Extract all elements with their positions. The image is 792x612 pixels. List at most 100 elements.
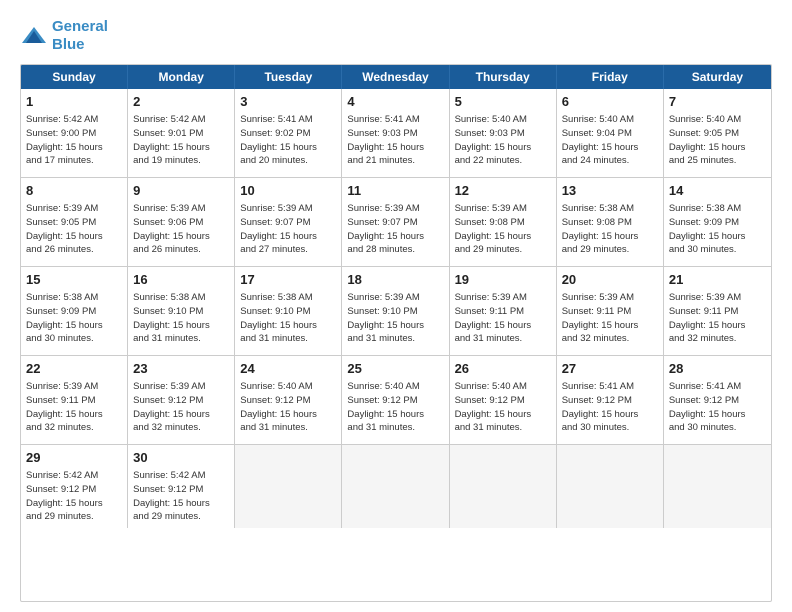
- calendar-cell: 3 Sunrise: 5:41 AMSunset: 9:02 PMDaylight…: [235, 89, 342, 177]
- calendar-cell: 12 Sunrise: 5:39 AMSunset: 9:08 PMDayligh…: [450, 178, 557, 266]
- cell-info: Sunrise: 5:40 AMSunset: 9:03 PMDaylight:…: [455, 113, 551, 168]
- calendar-cell: 9 Sunrise: 5:39 AMSunset: 9:06 PMDaylight…: [128, 178, 235, 266]
- day-number: 9: [133, 182, 229, 200]
- calendar-cell: 19 Sunrise: 5:39 AMSunset: 9:11 PMDayligh…: [450, 267, 557, 355]
- calendar-cell: 14 Sunrise: 5:38 AMSunset: 9:09 PMDayligh…: [664, 178, 771, 266]
- cell-info: Sunrise: 5:40 AMSunset: 9:05 PMDaylight:…: [669, 113, 766, 168]
- cell-info: Sunrise: 5:39 AMSunset: 9:06 PMDaylight:…: [133, 202, 229, 257]
- calendar-cell: 6 Sunrise: 5:40 AMSunset: 9:04 PMDaylight…: [557, 89, 664, 177]
- cell-info: Sunrise: 5:38 AMSunset: 9:09 PMDaylight:…: [669, 202, 766, 257]
- cell-info: Sunrise: 5:41 AMSunset: 9:03 PMDaylight:…: [347, 113, 443, 168]
- logo: General Blue: [20, 18, 108, 54]
- calendar-cell: 21 Sunrise: 5:39 AMSunset: 9:11 PMDayligh…: [664, 267, 771, 355]
- cell-info: Sunrise: 5:39 AMSunset: 9:07 PMDaylight:…: [347, 202, 443, 257]
- cell-info: Sunrise: 5:42 AMSunset: 9:12 PMDaylight:…: [133, 469, 229, 524]
- cell-info: Sunrise: 5:42 AMSunset: 9:01 PMDaylight:…: [133, 113, 229, 168]
- calendar-cell: 28 Sunrise: 5:41 AMSunset: 9:12 PMDayligh…: [664, 356, 771, 444]
- day-number: 27: [562, 360, 658, 378]
- calendar-cell: [235, 445, 342, 528]
- calendar-cell: 20Sunrise: 5:39 AMSunset: 9:11 PMDayligh…: [557, 267, 664, 355]
- cell-info: Sunrise: 5:40 AMSunset: 9:12 PMDaylight:…: [347, 380, 443, 435]
- cell-info: Sunrise: 5:38 AMSunset: 9:09 PMDaylight:…: [26, 291, 122, 346]
- day-number: 13: [562, 182, 658, 200]
- calendar-cell: 2 Sunrise: 5:42 AMSunset: 9:01 PMDaylight…: [128, 89, 235, 177]
- calendar-cell: 7 Sunrise: 5:40 AMSunset: 9:05 PMDaylight…: [664, 89, 771, 177]
- day-number: 19: [455, 271, 551, 289]
- cell-info: Sunrise: 5:42 AMSunset: 9:12 PMDaylight:…: [26, 469, 122, 524]
- calendar-cell: [557, 445, 664, 528]
- day-number: 11: [347, 182, 443, 200]
- day-number: 8: [26, 182, 122, 200]
- day-number: 5: [455, 93, 551, 111]
- logo-text: General Blue: [52, 18, 108, 54]
- weekday-header: Friday: [557, 65, 664, 89]
- calendar-cell: 29 Sunrise: 5:42 AMSunset: 9:12 PMDayligh…: [21, 445, 128, 528]
- weekday-header: Tuesday: [235, 65, 342, 89]
- calendar-body: 1 Sunrise: 5:42 AMSunset: 9:00 PMDaylight…: [21, 89, 771, 528]
- day-number: 29: [26, 449, 122, 467]
- day-number: 10: [240, 182, 336, 200]
- calendar-cell: 17Sunrise: 5:38 AMSunset: 9:10 PMDayligh…: [235, 267, 342, 355]
- day-number: 1: [26, 93, 122, 111]
- day-number: 25: [347, 360, 443, 378]
- day-number: 24: [240, 360, 336, 378]
- calendar-cell: 16Sunrise: 5:38 AMSunset: 9:10 PMDayligh…: [128, 267, 235, 355]
- cell-info: Sunrise: 5:39 AMSunset: 9:12 PMDaylight:…: [133, 380, 229, 435]
- cell-info: Sunrise: 5:39 AMSunset: 9:11 PMDaylight:…: [455, 291, 551, 346]
- day-number: 3: [240, 93, 336, 111]
- calendar-cell: 11 Sunrise: 5:39 AMSunset: 9:07 PMDayligh…: [342, 178, 449, 266]
- logo-icon: [20, 25, 48, 47]
- day-number: 21: [669, 271, 766, 289]
- cell-info: Sunrise: 5:38 AMSunset: 9:10 PMDaylight:…: [133, 291, 229, 346]
- weekday-header: Thursday: [450, 65, 557, 89]
- weekday-header: Monday: [128, 65, 235, 89]
- calendar-cell: 4 Sunrise: 5:41 AMSunset: 9:03 PMDaylight…: [342, 89, 449, 177]
- calendar-week-row: 1 Sunrise: 5:42 AMSunset: 9:00 PMDaylight…: [21, 89, 771, 178]
- day-number: 12: [455, 182, 551, 200]
- cell-info: Sunrise: 5:41 AMSunset: 9:02 PMDaylight:…: [240, 113, 336, 168]
- calendar-cell: 30 Sunrise: 5:42 AMSunset: 9:12 PMDayligh…: [128, 445, 235, 528]
- calendar-cell: 8Sunrise: 5:39 AMSunset: 9:05 PMDaylight…: [21, 178, 128, 266]
- cell-info: Sunrise: 5:39 AMSunset: 9:10 PMDaylight:…: [347, 291, 443, 346]
- calendar-cell: [342, 445, 449, 528]
- day-number: 2: [133, 93, 229, 111]
- day-number: 18: [347, 271, 443, 289]
- calendar-cell: 13Sunrise: 5:38 AMSunset: 9:08 PMDayligh…: [557, 178, 664, 266]
- calendar-cell: 1 Sunrise: 5:42 AMSunset: 9:00 PMDaylight…: [21, 89, 128, 177]
- cell-info: Sunrise: 5:42 AMSunset: 9:00 PMDaylight:…: [26, 113, 122, 168]
- day-number: 30: [133, 449, 229, 467]
- day-number: 14: [669, 182, 766, 200]
- cell-info: Sunrise: 5:40 AMSunset: 9:04 PMDaylight:…: [562, 113, 658, 168]
- cell-info: Sunrise: 5:39 AMSunset: 9:11 PMDaylight:…: [669, 291, 766, 346]
- day-number: 22: [26, 360, 122, 378]
- cell-info: Sunrise: 5:39 AMSunset: 9:07 PMDaylight:…: [240, 202, 336, 257]
- calendar-week-row: 29 Sunrise: 5:42 AMSunset: 9:12 PMDayligh…: [21, 445, 771, 528]
- cell-info: Sunrise: 5:41 AMSunset: 9:12 PMDaylight:…: [669, 380, 766, 435]
- calendar-week-row: 22 Sunrise: 5:39 AMSunset: 9:11 PMDayligh…: [21, 356, 771, 445]
- cell-info: Sunrise: 5:40 AMSunset: 9:12 PMDaylight:…: [455, 380, 551, 435]
- day-number: 4: [347, 93, 443, 111]
- calendar-cell: 10 Sunrise: 5:39 AMSunset: 9:07 PMDayligh…: [235, 178, 342, 266]
- day-number: 7: [669, 93, 766, 111]
- day-number: 28: [669, 360, 766, 378]
- cell-info: Sunrise: 5:39 AMSunset: 9:11 PMDaylight:…: [26, 380, 122, 435]
- cell-info: Sunrise: 5:40 AMSunset: 9:12 PMDaylight:…: [240, 380, 336, 435]
- calendar-cell: [450, 445, 557, 528]
- calendar-header: SundayMondayTuesdayWednesdayThursdayFrid…: [21, 65, 771, 89]
- day-number: 15: [26, 271, 122, 289]
- page: General Blue SundayMondayTuesdayWednesda…: [0, 0, 792, 612]
- calendar-cell: 22 Sunrise: 5:39 AMSunset: 9:11 PMDayligh…: [21, 356, 128, 444]
- calendar-week-row: 8Sunrise: 5:39 AMSunset: 9:05 PMDaylight…: [21, 178, 771, 267]
- calendar-cell: 5 Sunrise: 5:40 AMSunset: 9:03 PMDaylight…: [450, 89, 557, 177]
- header: General Blue: [20, 18, 772, 54]
- weekday-header: Sunday: [21, 65, 128, 89]
- calendar-cell: 25 Sunrise: 5:40 AMSunset: 9:12 PMDayligh…: [342, 356, 449, 444]
- day-number: 17: [240, 271, 336, 289]
- day-number: 6: [562, 93, 658, 111]
- calendar-cell: 27Sunrise: 5:41 AMSunset: 9:12 PMDayligh…: [557, 356, 664, 444]
- cell-info: Sunrise: 5:39 AMSunset: 9:08 PMDaylight:…: [455, 202, 551, 257]
- calendar-week-row: 15 Sunrise: 5:38 AMSunset: 9:09 PMDayligh…: [21, 267, 771, 356]
- calendar-cell: 23Sunrise: 5:39 AMSunset: 9:12 PMDayligh…: [128, 356, 235, 444]
- calendar-cell: [664, 445, 771, 528]
- calendar-cell: 24 Sunrise: 5:40 AMSunset: 9:12 PMDayligh…: [235, 356, 342, 444]
